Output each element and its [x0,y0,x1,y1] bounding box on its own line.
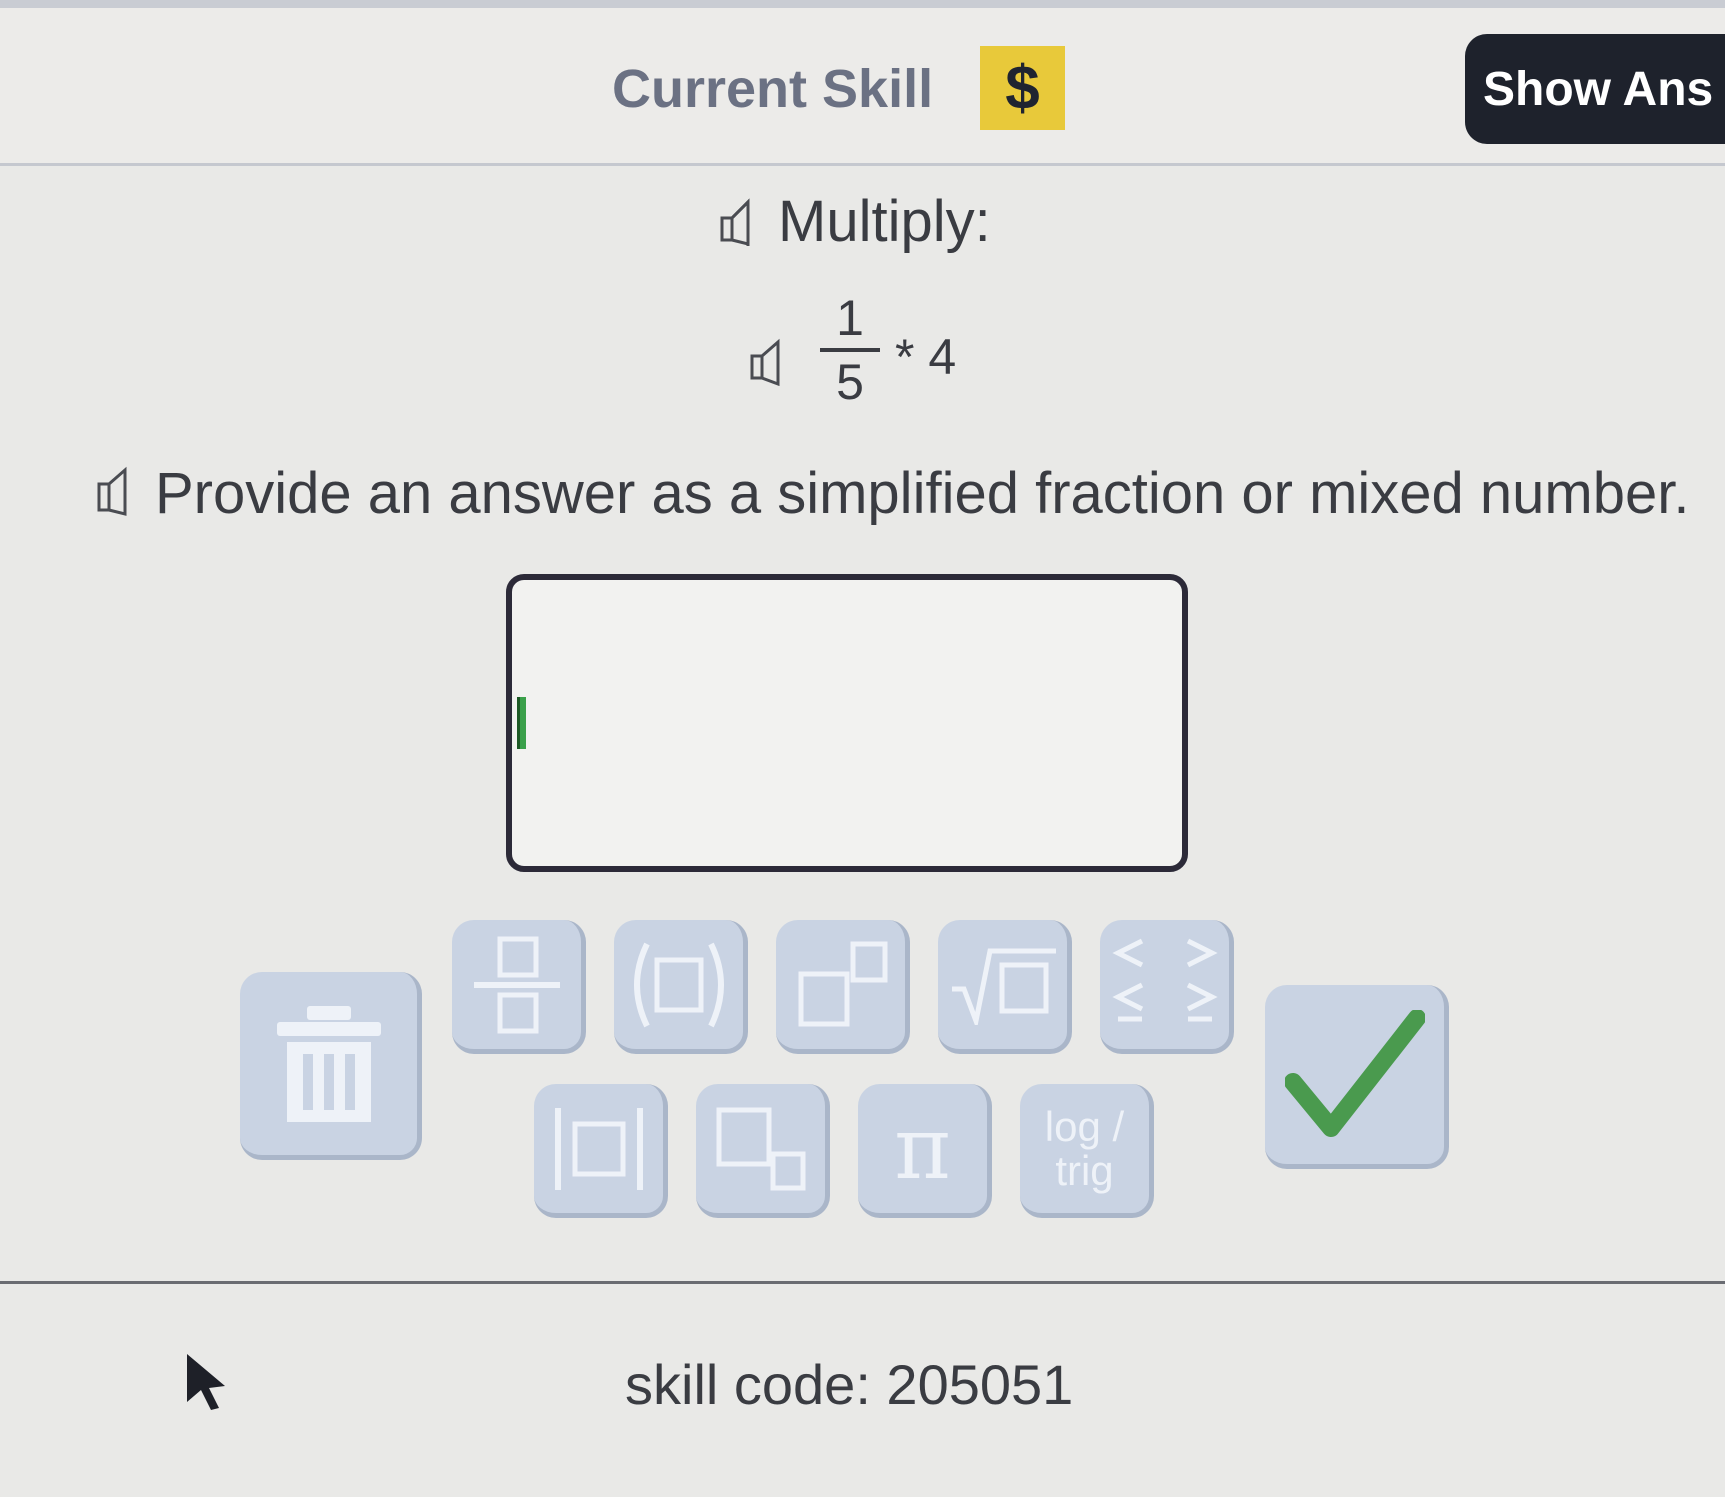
fraction-icon [473,936,560,1033]
fraction-numerator: 1 [836,290,864,346]
operator-symbol: * [895,329,915,385]
exponent-button[interactable] [776,920,910,1054]
parentheses-button[interactable] [614,920,748,1054]
skill-code: skill code: 205051 [625,1353,1074,1416]
answer-input[interactable] [506,574,1188,872]
speaker-icon[interactable] [748,338,788,388]
footer-divider [0,1281,1725,1284]
top-strip [0,0,1725,8]
expression-operator: * 4 [895,328,956,386]
header-bar: Current Skill $ Show Ans [0,8,1725,166]
inequality-button[interactable] [1100,920,1234,1054]
checkmark-icon [1284,1009,1425,1137]
pi-button[interactable]: π [858,1084,992,1218]
show-answer-button[interactable]: Show Ans [1465,34,1725,144]
subscript-icon [716,1107,805,1190]
trig-label: trig [1055,1146,1114,1194]
absolute-value-button[interactable] [534,1084,668,1218]
parentheses-icon [633,942,724,1027]
dollar-badge[interactable]: $ [980,46,1065,130]
absolute-value-icon [554,1107,643,1190]
delete-button[interactable] [240,972,422,1160]
speaker-icon[interactable] [95,466,135,516]
current-skill-title: Current Skill [612,59,934,119]
pi-icon: π [894,1098,951,1199]
text-cursor [517,697,526,749]
square-root-button[interactable] [938,920,1072,1054]
inequality-icon [1111,938,1218,1021]
submit-button[interactable] [1265,985,1449,1169]
log-trig-button[interactable]: log / trig [1020,1084,1154,1218]
square-root-icon [951,948,1056,1025]
trash-icon [276,1005,381,1122]
answer-instruction: Provide an answer as a simplified fracti… [155,461,1690,526]
fraction-button[interactable] [452,920,586,1054]
subscript-button[interactable] [696,1084,830,1218]
fraction-bar [820,348,880,352]
expression-fraction: 1 5 [820,290,880,410]
exponent-icon [798,941,887,1026]
mouse-pointer-icon [185,1352,227,1410]
fraction-denominator: 5 [836,354,864,410]
multiply-instruction: Multiply: [778,189,991,254]
operand-value: 4 [928,329,957,385]
log-label: log / [1044,1102,1125,1150]
speaker-icon[interactable] [718,196,758,254]
